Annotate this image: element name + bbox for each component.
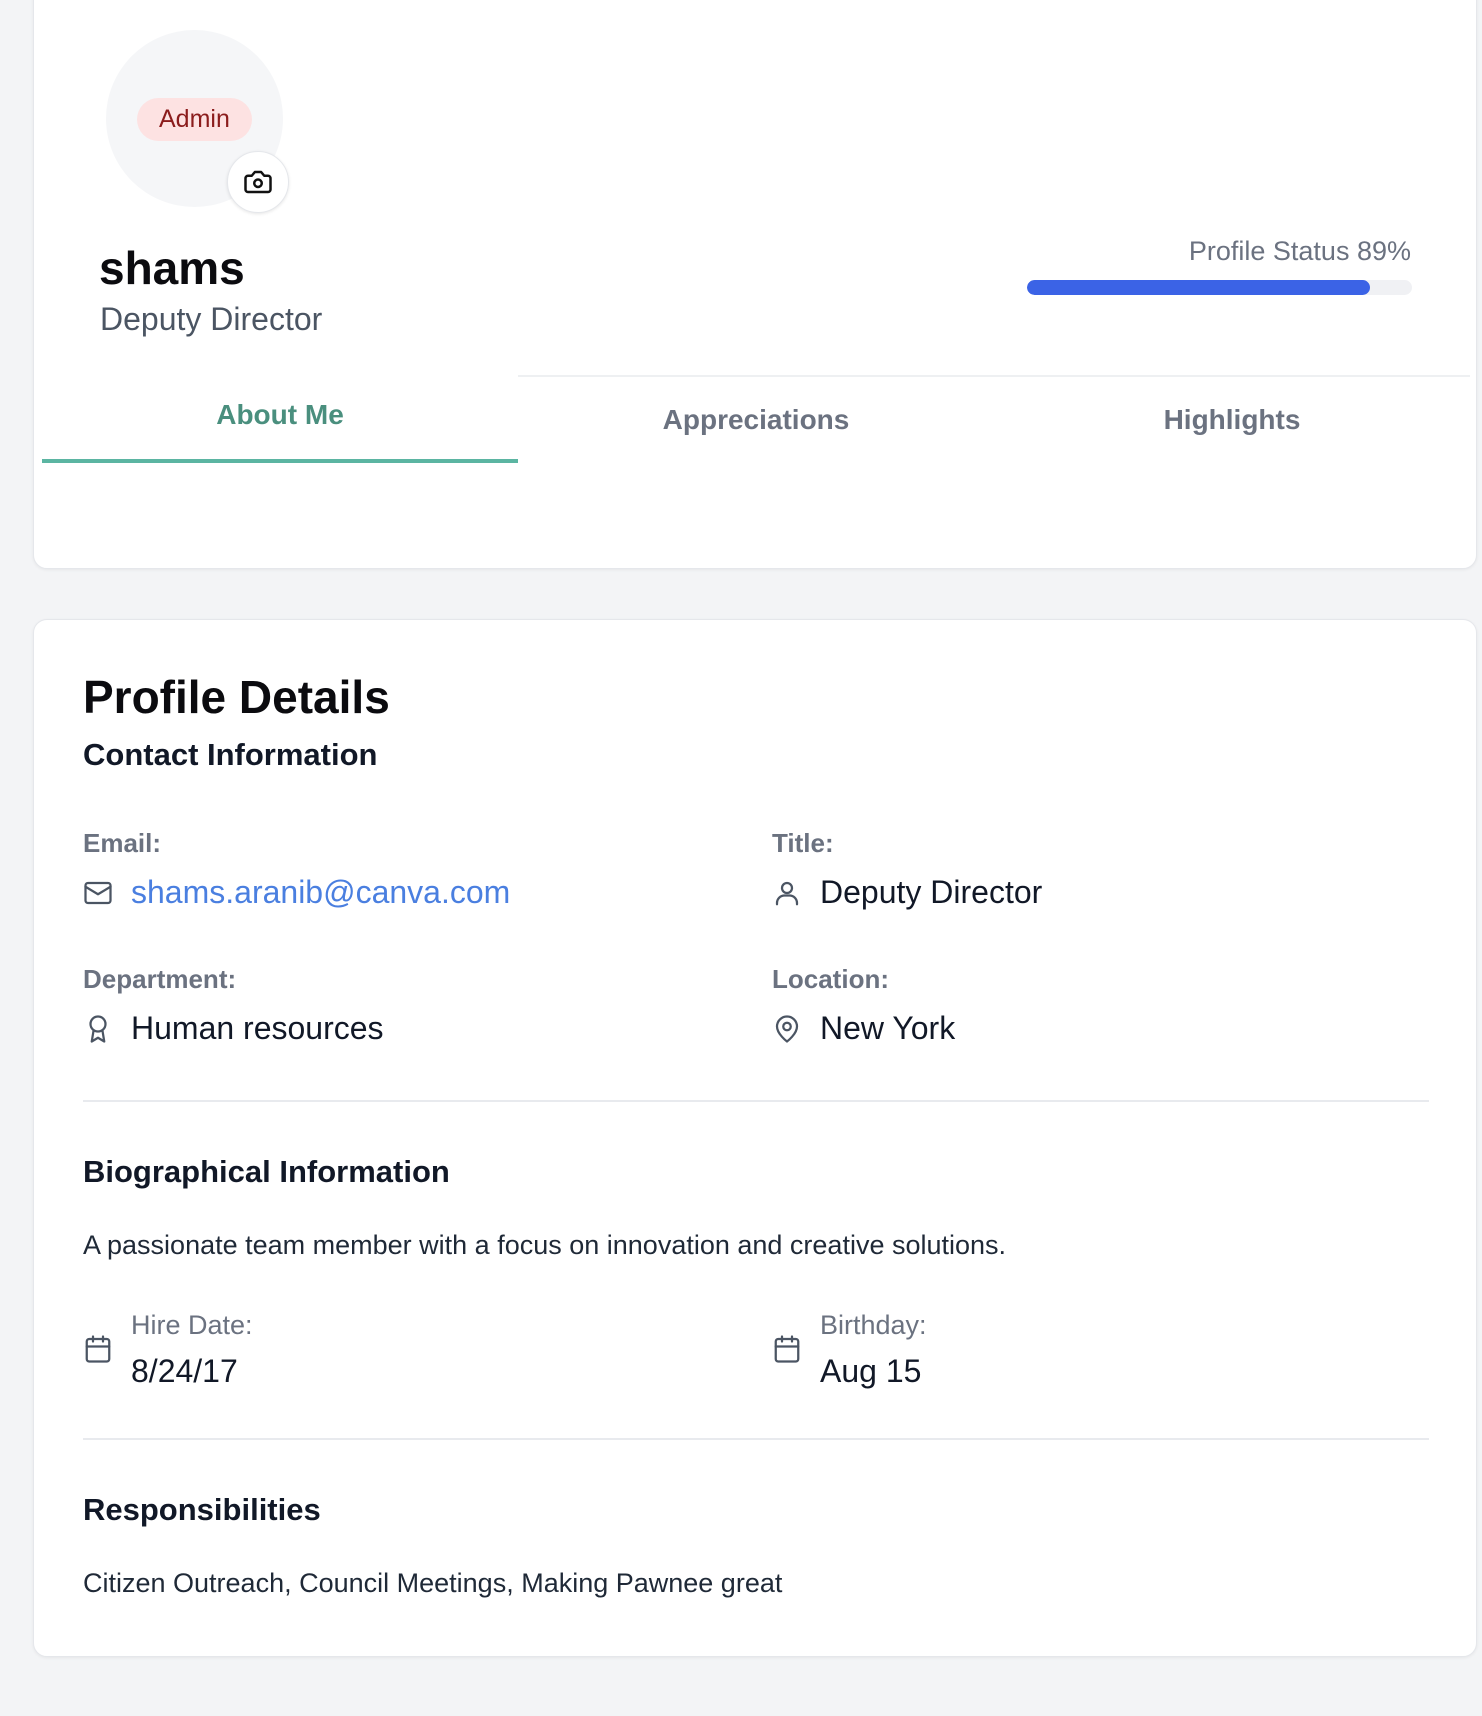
title-value: Deputy Director: [820, 874, 1043, 910]
profile-tabs: About Me Appreciations Highlights: [42, 375, 1470, 463]
department-label: Department:: [83, 964, 237, 994]
map-pin-icon: [772, 1014, 802, 1044]
calendar-icon: [772, 1334, 802, 1364]
hire-date-label: Hire Date:: [131, 1310, 253, 1340]
location-field: New York: [772, 1010, 955, 1047]
profile-details-heading: Profile Details: [83, 671, 390, 723]
hire-date-field: Hire Date: 8/24/17: [83, 1310, 253, 1390]
user-icon: [772, 878, 802, 908]
location-value: New York: [820, 1010, 956, 1046]
hire-date-value: 8/24/17: [131, 1353, 238, 1389]
profile-details-card: Profile Details Contact Information Emai…: [33, 619, 1477, 1657]
profile-header-card: Admin shams Deputy Director Profile Stat…: [33, 0, 1477, 569]
birthday-label: Birthday:: [820, 1310, 927, 1340]
birthday-field: Birthday: Aug 15: [772, 1310, 927, 1390]
location-label: Location:: [772, 964, 889, 994]
profile-status-label: Profile Status 89%: [1188, 236, 1411, 266]
tab-about-me[interactable]: About Me: [42, 375, 518, 463]
tab-appreciations[interactable]: Appreciations: [518, 375, 994, 463]
responsibilities-text: Citizen Outreach, Council Meetings, Maki…: [83, 1568, 783, 1598]
change-photo-button[interactable]: [227, 151, 289, 213]
birthday-value: Aug 15: [820, 1353, 922, 1389]
tab-highlights[interactable]: Highlights: [994, 375, 1470, 463]
department-field: Human resources: [83, 1010, 384, 1047]
user-name: shams: [99, 242, 245, 294]
contact-information-heading: Contact Information: [83, 737, 378, 772]
award-icon: [83, 1014, 113, 1044]
calendar-icon: [83, 1334, 113, 1364]
responsibilities-heading: Responsibilities: [83, 1492, 321, 1527]
email-label: Email:: [83, 828, 162, 858]
profile-status-bar: [1027, 280, 1412, 295]
email-link[interactable]: shams.aranib@canva.com: [131, 874, 510, 911]
title-label: Title:: [772, 828, 834, 858]
bio-text: A passionate team member with a focus on…: [83, 1230, 1007, 1260]
divider: [83, 1438, 1429, 1440]
mail-icon: [83, 878, 113, 908]
department-value: Human resources: [131, 1010, 384, 1046]
camera-icon: [243, 167, 273, 197]
email-field: shams.aranib@canva.com: [83, 874, 510, 911]
user-title: Deputy Director: [100, 301, 323, 337]
divider: [83, 1100, 1429, 1102]
biographical-information-heading: Biographical Information: [83, 1154, 450, 1189]
role-badge: Admin: [137, 98, 252, 141]
profile-status-fill: [1027, 280, 1370, 295]
title-field: Deputy Director: [772, 874, 1042, 911]
